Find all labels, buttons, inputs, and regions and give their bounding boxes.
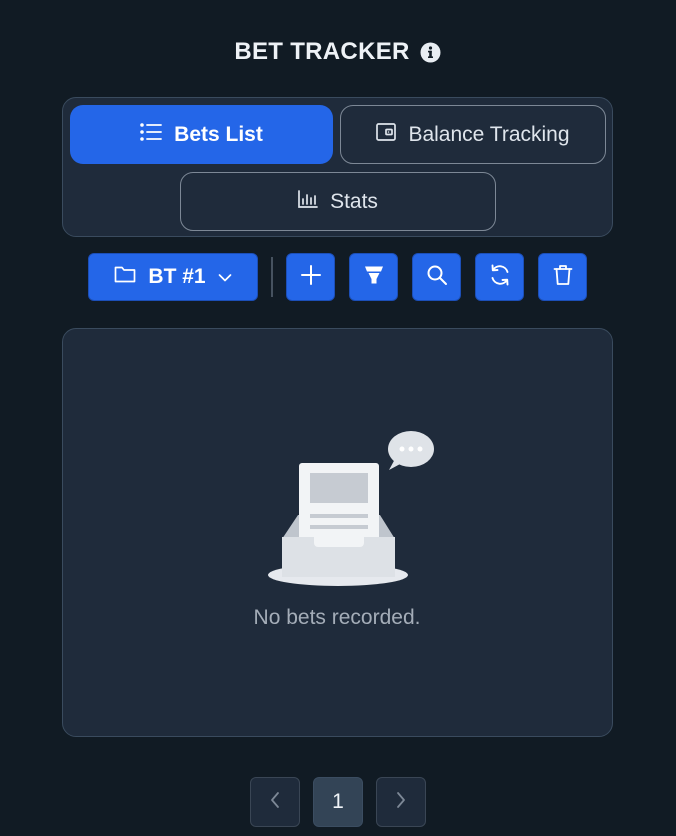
tab-label: Balance Tracking: [408, 122, 570, 146]
next-page-button[interactable]: [376, 777, 426, 827]
pagination: 1: [0, 777, 676, 827]
search-icon: [426, 264, 448, 291]
chevron-right-icon: [395, 791, 407, 814]
toolbar: BT #1: [0, 253, 676, 301]
tab-bets-list[interactable]: Bets List: [70, 105, 333, 164]
refresh-icon: [488, 263, 512, 292]
refresh-button[interactable]: [475, 253, 524, 301]
chevron-left-icon: [269, 791, 281, 814]
tab-label: Stats: [330, 189, 378, 213]
trash-icon: [553, 264, 573, 291]
tab-balance-tracking[interactable]: Balance Tracking: [340, 105, 606, 164]
delete-button[interactable]: [538, 253, 587, 301]
prev-page-button[interactable]: [250, 777, 300, 827]
add-bet-button[interactable]: [286, 253, 335, 301]
search-button[interactable]: [412, 253, 461, 301]
folder-select-button[interactable]: BT #1: [88, 253, 258, 301]
list-icon: [140, 122, 163, 147]
folder-label: BT #1: [148, 265, 206, 288]
bets-list-panel: No bets recorded.: [62, 328, 613, 737]
page-number-button[interactable]: 1: [313, 777, 363, 827]
toolbar-divider: [271, 257, 273, 297]
header: BET TRACKER: [0, 34, 676, 70]
bar-chart-icon: [298, 189, 318, 214]
folder-icon: [114, 265, 136, 289]
empty-inbox-icon: [268, 429, 436, 589]
funnel-icon: [363, 265, 385, 290]
chevron-down-icon: [218, 265, 232, 289]
page-title: BET TRACKER: [234, 38, 410, 65]
plus-icon: [300, 264, 322, 291]
info-icon[interactable]: [420, 41, 442, 63]
tab-stats[interactable]: Stats: [180, 172, 496, 231]
wallet-icon: [376, 122, 397, 147]
empty-state-message: No bets recorded.: [253, 606, 421, 629]
view-tabs: Bets List Balance Tracking Stats: [62, 97, 613, 237]
filter-button[interactable]: [349, 253, 398, 301]
tab-label: Bets List: [174, 122, 263, 146]
